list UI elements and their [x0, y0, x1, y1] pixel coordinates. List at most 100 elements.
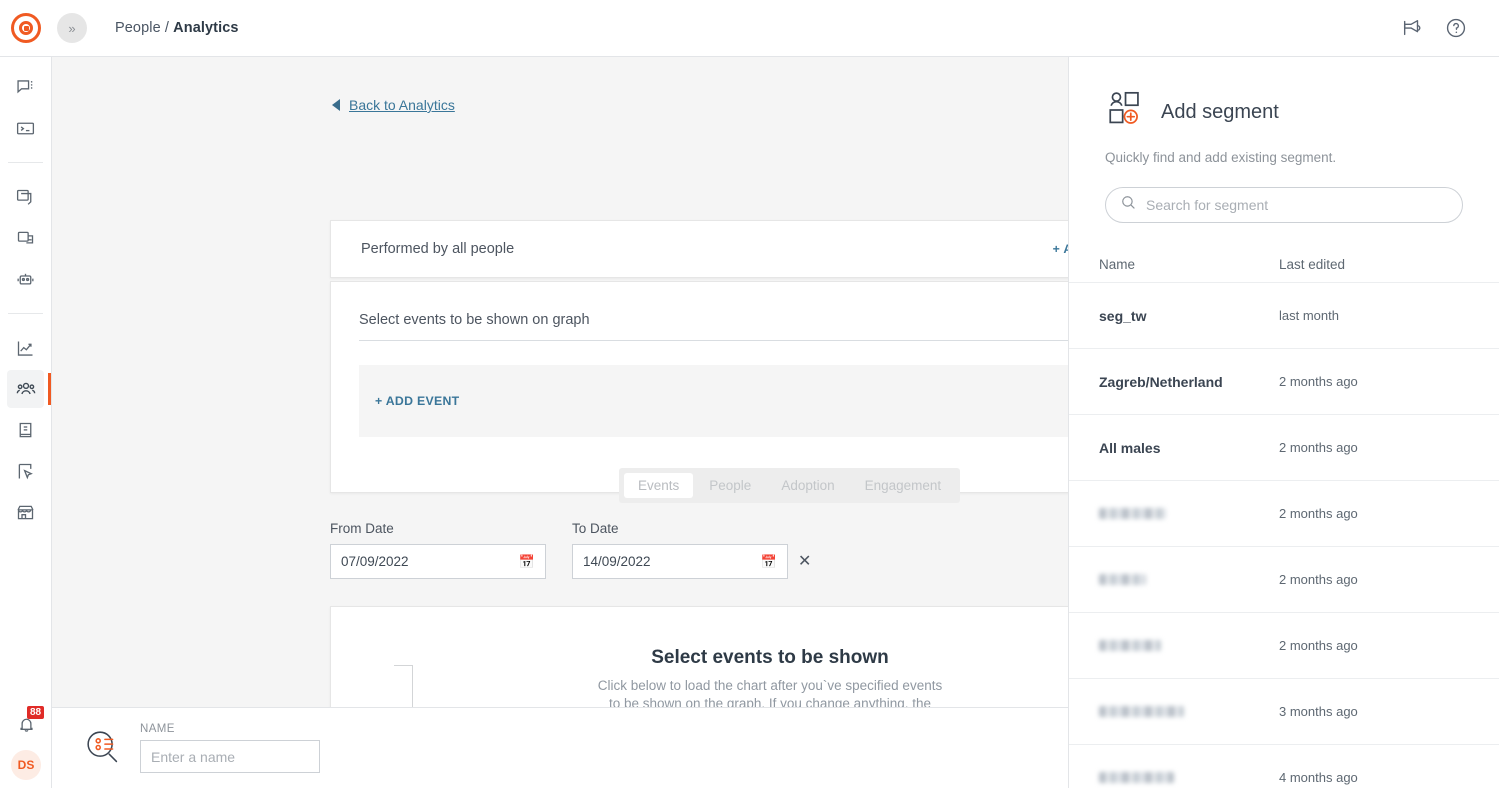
- chart-empty-title: Select events to be shown: [331, 647, 1068, 669]
- broadcast-icon: [15, 228, 36, 249]
- segment-name-input[interactable]: [140, 740, 320, 773]
- top-bar-actions: [1401, 17, 1499, 39]
- add-segment-panel: Add segment Quickly find and add existin…: [1068, 57, 1499, 788]
- segment-last-edited-cell: 2 months ago: [1279, 506, 1358, 521]
- table-row[interactable]: 2 months ago: [1069, 480, 1499, 547]
- avatar[interactable]: DS: [11, 750, 41, 780]
- sidebar-item-broadcasts[interactable]: [7, 219, 44, 257]
- redacted-text: [1099, 706, 1184, 717]
- notifications-button[interactable]: 88: [0, 704, 52, 744]
- performed-by-label: Performed by all people: [361, 241, 514, 257]
- table-row[interactable]: seg_twlast month: [1069, 282, 1499, 349]
- sidebar-item-people[interactable]: [7, 370, 44, 408]
- bot-icon: [15, 269, 36, 290]
- app-root: » People / Analytics: [0, 0, 1499, 788]
- segment-name-field: NAME: [140, 723, 320, 773]
- table-row[interactable]: 2 months ago: [1069, 546, 1499, 613]
- notification-badge: 88: [27, 706, 44, 719]
- breadcrumb: People / Analytics: [115, 20, 239, 36]
- table-row[interactable]: 4 months ago: [1069, 744, 1499, 788]
- rail-bottom: 88 DS: [0, 704, 52, 780]
- event-dropzone: + ADD EVENT: [359, 365, 1068, 437]
- date-range-row: From Date 07/09/2022 📅 To Date 14/09/202…: [330, 521, 1068, 579]
- book-icon: [15, 420, 36, 441]
- from-date-label: From Date: [330, 521, 546, 536]
- tab-adoption[interactable]: Adoption: [767, 473, 848, 498]
- search-input[interactable]: [1146, 197, 1448, 213]
- segment-name-label: NAME: [140, 723, 320, 735]
- redacted-text: [1099, 574, 1146, 585]
- breadcrumb-parent[interactable]: People: [115, 20, 161, 36]
- table-row[interactable]: Zagreb/Netherland2 months ago: [1069, 348, 1499, 415]
- to-date-field: To Date 14/09/2022 📅: [572, 521, 788, 579]
- rail-group-2: [0, 167, 51, 309]
- help-circle-icon[interactable]: [1445, 17, 1467, 39]
- copy-flow-icon: [15, 187, 36, 208]
- rail-group-1: [0, 57, 51, 158]
- segment-name-cell: [1099, 704, 1279, 720]
- people-icon: [15, 378, 37, 400]
- to-date-label: To Date: [572, 521, 788, 536]
- search-icon: [1120, 194, 1137, 216]
- from-date-input[interactable]: 07/09/2022 📅: [330, 544, 546, 579]
- tab-events[interactable]: Events: [624, 473, 693, 498]
- segment-list: seg_twlast monthZagreb/Netherland2 month…: [1069, 282, 1499, 788]
- messages-icon: [15, 77, 36, 98]
- segment-name-cell: [1099, 770, 1279, 786]
- add-event-button[interactable]: + ADD EVENT: [375, 394, 460, 408]
- rail-divider: [8, 162, 43, 163]
- table-row[interactable]: 3 months ago: [1069, 678, 1499, 745]
- segment-last-edited-cell: 2 months ago: [1279, 638, 1358, 653]
- cursor-frame-icon: [15, 461, 36, 482]
- bottom-save-bar: NAME: [52, 707, 1068, 788]
- segment-last-edited-cell: 2 months ago: [1279, 374, 1358, 389]
- segment-name-cell: [1099, 506, 1279, 522]
- sidebar-item-flows[interactable]: [7, 178, 44, 216]
- megaphone-icon[interactable]: [1401, 17, 1423, 39]
- segment-table-header: Name Last edited: [1069, 223, 1499, 282]
- sidebar-item-bots[interactable]: [7, 260, 44, 298]
- breadcrumb-separator: /: [165, 20, 169, 36]
- to-date-input[interactable]: 14/09/2022 📅: [572, 544, 788, 579]
- sidebar-expand-icon[interactable]: »: [57, 13, 87, 43]
- segment-filter-card: Performed by all people + ADD SEGMENT +: [330, 220, 1068, 278]
- sidebar-item-messages[interactable]: [7, 68, 44, 106]
- redacted-text: [1099, 508, 1166, 519]
- panel-header: Add segment: [1069, 57, 1499, 136]
- table-row[interactable]: 2 months ago: [1069, 612, 1499, 679]
- column-header-last-edited: Last edited: [1279, 257, 1345, 272]
- calendar-icon[interactable]: 📅: [519, 554, 535, 570]
- segment-name-cell: seg_tw: [1099, 308, 1279, 324]
- analytics-line-icon: [15, 338, 36, 359]
- from-date-value: 07/09/2022: [341, 554, 409, 569]
- add-segment-button[interactable]: + ADD SEGMENT: [1053, 242, 1068, 256]
- back-link-label: Back to Analytics: [349, 97, 455, 113]
- calendar-icon[interactable]: 📅: [761, 554, 777, 570]
- main-canvas: Back to Analytics Performed by all peopl…: [52, 57, 1068, 788]
- sidebar-item-analytics[interactable]: [7, 329, 44, 367]
- top-bar: » People / Analytics: [0, 0, 1499, 57]
- redacted-text: [1099, 772, 1174, 783]
- analytics-tabs: Events People Adoption Engagement: [619, 468, 960, 503]
- column-header-name: Name: [1099, 257, 1279, 272]
- rail-group-3: [0, 318, 51, 542]
- back-to-analytics-link[interactable]: Back to Analytics: [332, 97, 455, 113]
- redacted-text: [1099, 640, 1161, 651]
- sidebar-item-widgets[interactable]: [7, 452, 44, 490]
- tab-engagement[interactable]: Engagement: [851, 473, 956, 498]
- brand-logo[interactable]: [0, 13, 52, 43]
- add-segment-icon: [1105, 89, 1147, 136]
- segment-search-box[interactable]: [1105, 187, 1463, 223]
- segment-last-edited-cell: 2 months ago: [1279, 440, 1358, 455]
- segment-last-edited-cell: last month: [1279, 308, 1339, 323]
- tab-people[interactable]: People: [695, 473, 765, 498]
- close-x-icon[interactable]: ✕: [798, 551, 811, 571]
- table-row[interactable]: All males2 months ago: [1069, 414, 1499, 481]
- segment-name-cell: All males: [1099, 440, 1279, 456]
- segment-last-edited-cell: 2 months ago: [1279, 572, 1358, 587]
- sidebar-item-knowledge[interactable]: [7, 411, 44, 449]
- rail-divider-2: [8, 313, 43, 314]
- segment-name-cell: [1099, 572, 1279, 588]
- sidebar-item-console[interactable]: [7, 109, 44, 147]
- sidebar-item-marketplace[interactable]: [7, 493, 44, 531]
